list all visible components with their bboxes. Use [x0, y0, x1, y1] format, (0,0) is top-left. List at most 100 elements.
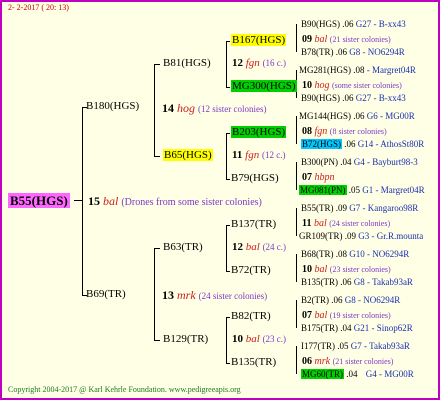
- connector: [226, 133, 230, 134]
- queen-gr109[interactable]: GR109(TR) .09 G3 - Gr.R.mounta: [299, 232, 423, 241]
- connector: [154, 156, 160, 157]
- mating-b63: 12 bal (24 c.): [232, 242, 286, 253]
- queen-b300[interactable]: B300(PN) .04 G4 - Bayburt98-3: [301, 158, 418, 167]
- connector: [296, 346, 297, 374]
- queen-b167[interactable]: B167(HGS): [231, 34, 287, 46]
- mating-note: (24 sister colonies): [198, 291, 268, 301]
- queen-year: .06: [342, 93, 354, 103]
- queen-b135[interactable]: B135(TR): [231, 357, 276, 368]
- queen-label: B68(TR): [301, 249, 334, 259]
- queen-b78[interactable]: B78(TR) .06 G8 - NO6294R: [301, 48, 405, 57]
- connector: [226, 179, 230, 180]
- connector: [296, 254, 297, 282]
- mating-b129: 10 bal (23 c.): [232, 334, 286, 345]
- queen-mg081[interactable]: MG081(PN) .05 G1 - Margret04R: [299, 185, 425, 195]
- queen-label: MG081(PN): [299, 185, 347, 195]
- connector: [296, 208, 297, 236]
- mating-note: (19 sister colonies): [329, 311, 391, 320]
- queen-b79[interactable]: B79(HGS): [231, 173, 279, 184]
- queen-b82[interactable]: B82(TR): [231, 311, 271, 322]
- mating-year: 10: [232, 333, 243, 345]
- breeder: G8 - NO6294R: [344, 295, 401, 305]
- mating-root: 15 bal (Drones from some sister colonies…: [88, 195, 262, 208]
- mating-note: (23 c.): [262, 334, 287, 344]
- queen-b72[interactable]: B72(TR): [231, 265, 271, 276]
- queen-b135-a[interactable]: B135(TR) .06 G8 - Takab93aR: [301, 278, 413, 287]
- breeder: G21 - Sinop62R: [353, 323, 413, 333]
- queen-label: B78(TR): [301, 47, 334, 57]
- queen-b90-b[interactable]: B90(HGS) .06 G27 - B-xx43: [301, 94, 406, 103]
- queen-year: .06: [331, 295, 343, 305]
- mating-b79: 07 hbpn: [302, 173, 335, 183]
- queen-year: .08: [353, 65, 365, 75]
- queen-label: B2(TR): [301, 295, 329, 305]
- mating-b180: 14 hog (12 sister colonies): [162, 102, 266, 114]
- queen-b65-label: B65(HGS): [163, 149, 213, 161]
- queen-mg144[interactable]: MG144(HGS) .06 G6 - MG00R: [299, 112, 415, 121]
- breeder: G4 - Bayburt98-3: [353, 157, 418, 167]
- queen-b69[interactable]: B69(TR): [86, 289, 126, 300]
- queen-b68[interactable]: B68(TR) .08 G10 - NO6294R: [301, 250, 409, 259]
- breeder: G7 - Takab93aR: [350, 341, 410, 351]
- connector: [226, 225, 227, 271]
- mating-note: (some sister colonies): [332, 81, 402, 90]
- queen-label: I177(TR): [301, 341, 335, 351]
- queen-b65[interactable]: B65(HGS): [163, 149, 213, 161]
- mating-code: hog: [314, 80, 330, 91]
- queen-b72hgs[interactable]: B72(HGS) .06 G14 - AthosSt80R: [301, 139, 424, 149]
- connector: [154, 340, 160, 341]
- mating-year: 08: [302, 126, 312, 137]
- mating-year: 14: [162, 101, 174, 115]
- queen-b90-a[interactable]: B90(HGS) .06 G27 - B-xx43: [301, 20, 406, 29]
- mating-code: bal: [245, 241, 260, 253]
- queen-b55[interactable]: B55(TR) .09 G7 - Kangaroo98R: [301, 204, 418, 213]
- queen-b175[interactable]: B175(TR) .04 G21 - Sinop62R: [301, 324, 413, 333]
- breeder: G27 - B-xx43: [355, 93, 406, 103]
- connector: [296, 162, 297, 190]
- queen-label: B175(TR): [301, 323, 338, 333]
- queen-mg60[interactable]: MG60(TR) .04 G4 - MG00R: [301, 369, 414, 379]
- queen-year: .06: [353, 111, 365, 121]
- queen-i177[interactable]: I177(TR) .05 G7 - Takab93aR: [301, 342, 410, 351]
- mating-year: 10: [302, 264, 312, 275]
- mating-note: (Drones from some sister colonies): [121, 197, 262, 208]
- header-date: 2- 2-2017 ( 20: 13): [8, 3, 69, 12]
- queen-b2[interactable]: B2(TR) .06 G8 - NO6294R: [301, 296, 400, 305]
- queen-mg281[interactable]: MG281(HGS) .08 - Margret04R: [299, 66, 416, 75]
- queen-b81[interactable]: B81(HGS): [163, 58, 211, 69]
- connector: [226, 133, 227, 179]
- mating-b203: 08 fgn (8 sister colonies): [302, 127, 387, 137]
- queen-root[interactable]: B55(HGS): [8, 193, 70, 209]
- mating-code: bal: [103, 194, 119, 208]
- queen-mg300-label: MG300(HGS): [231, 80, 297, 92]
- queen-year: .04: [346, 369, 358, 379]
- breeder: G4 - MG00R: [365, 369, 414, 379]
- queen-mg300[interactable]: MG300(HGS): [231, 80, 297, 92]
- queen-b137[interactable]: B137(TR): [231, 219, 276, 230]
- queen-b63[interactable]: B63(TR): [163, 242, 203, 253]
- queen-b180[interactable]: B180(HGS): [86, 101, 139, 112]
- mating-year: 06: [302, 356, 312, 367]
- queen-year: .04: [340, 157, 352, 167]
- queen-year: .09: [335, 203, 347, 213]
- queen-year: .09: [344, 231, 356, 241]
- queen-b203[interactable]: B203(HGS): [231, 126, 287, 138]
- queen-label: MG144(HGS): [299, 111, 352, 121]
- mating-year: 07: [302, 172, 312, 183]
- queen-b129[interactable]: B129(TR): [163, 334, 208, 345]
- queen-root-label: B55(HGS): [8, 193, 70, 208]
- mating-b69: 13 mrk (24 sister colonies): [162, 289, 267, 301]
- mating-code: fgn: [314, 126, 328, 137]
- mating-code: bal: [314, 310, 328, 321]
- queen-year: .05: [337, 341, 349, 351]
- connector: [226, 317, 227, 363]
- queen-label: B72(HGS): [301, 139, 343, 149]
- copyright: Copyright 2004-2017 @ Karl Kehrle Founda…: [8, 385, 241, 394]
- connector: [226, 87, 230, 88]
- connector: [226, 41, 227, 87]
- mating-b167: 09 bal (21 sister colonies): [302, 35, 391, 45]
- mating-code: bal: [314, 34, 328, 45]
- connector: [74, 200, 83, 201]
- connector: [154, 248, 160, 249]
- connector: [296, 116, 297, 144]
